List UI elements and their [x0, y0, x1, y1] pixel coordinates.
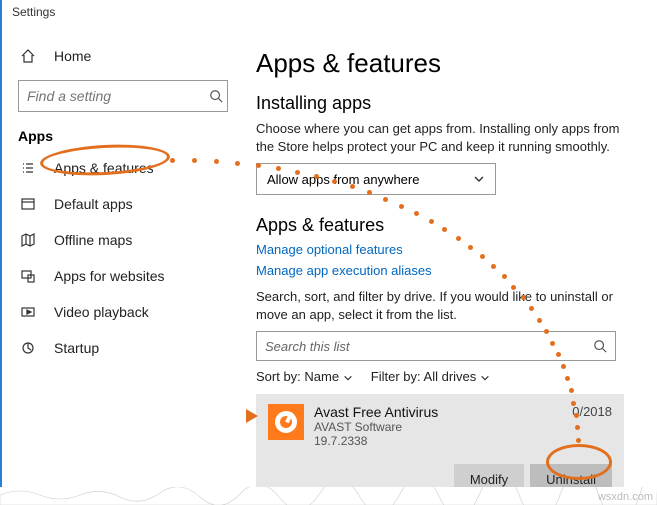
sidebar-item-offline-maps[interactable]: Offline maps	[2, 222, 238, 258]
sidebar-home[interactable]: Home	[2, 38, 238, 74]
list-icon	[18, 160, 38, 176]
sidebar-item-label: Startup	[54, 340, 99, 356]
sidebar-item-startup[interactable]: Startup	[2, 330, 238, 366]
app-version: 19.7.2338	[314, 434, 438, 448]
installing-apps-desc: Choose where you can get apps from. Inst…	[256, 120, 637, 155]
chevron-down-icon	[473, 173, 485, 185]
install-source-value: Allow apps from anywhere	[267, 172, 419, 187]
default-apps-icon	[18, 196, 38, 212]
link-execution-aliases[interactable]: Manage app execution aliases	[256, 263, 637, 278]
filter-label: Filter by:	[371, 369, 421, 384]
search-apps[interactable]: Search this list	[256, 331, 616, 361]
filter-desc: Search, sort, and filter by drive. If yo…	[256, 288, 637, 323]
sidebar-item-label: Offline maps	[54, 232, 132, 248]
sidebar-item-video-playback[interactable]: Video playback	[2, 294, 238, 330]
page-title: Apps & features	[256, 48, 637, 79]
search-setting-input[interactable]	[27, 88, 209, 104]
home-icon	[18, 48, 38, 64]
sort-label: Sort by:	[256, 369, 301, 384]
filter-select[interactable]: All drives	[424, 369, 490, 384]
window-title: Settings	[2, 0, 657, 30]
startup-icon	[18, 340, 38, 356]
apps-websites-icon	[18, 268, 38, 284]
pointer-arrow-icon	[246, 409, 258, 423]
sidebar-section: Apps	[2, 122, 238, 150]
app-name: Avast Free Antivirus	[314, 404, 438, 420]
video-icon	[18, 304, 38, 320]
main-panel: Apps & features Installing apps Choose w…	[238, 30, 657, 505]
sort-select[interactable]: Name	[304, 369, 352, 384]
search-icon	[593, 339, 607, 353]
map-icon	[18, 232, 38, 248]
search-icon	[209, 89, 223, 103]
apps-features-heading: Apps & features	[256, 215, 637, 236]
torn-edge	[0, 487, 657, 505]
sidebar-item-default-apps[interactable]: Default apps	[2, 186, 238, 222]
search-setting[interactable]	[18, 80, 228, 112]
sidebar: Home Apps Apps & features Default apps	[2, 30, 238, 505]
install-source-select[interactable]: Allow apps from anywhere	[256, 163, 496, 195]
sort-filter-bar: Sort by: Name Filter by: All drives	[256, 369, 637, 384]
sidebar-item-label: Video playback	[54, 304, 149, 320]
app-publisher: AVAST Software	[314, 420, 438, 434]
sidebar-item-apps-websites[interactable]: Apps for websites	[2, 258, 238, 294]
sidebar-item-label: Apps & features	[54, 160, 154, 176]
watermark: wsxdn.com	[598, 491, 653, 503]
sidebar-item-apps-features[interactable]: Apps & features	[2, 150, 238, 186]
sidebar-home-label: Home	[54, 48, 91, 64]
installing-apps-heading: Installing apps	[256, 93, 637, 114]
link-optional-features[interactable]: Manage optional features	[256, 242, 637, 257]
sidebar-item-label: Apps for websites	[54, 268, 165, 284]
sidebar-item-label: Default apps	[54, 196, 133, 212]
app-icon	[268, 404, 304, 440]
search-apps-placeholder: Search this list	[265, 339, 350, 354]
